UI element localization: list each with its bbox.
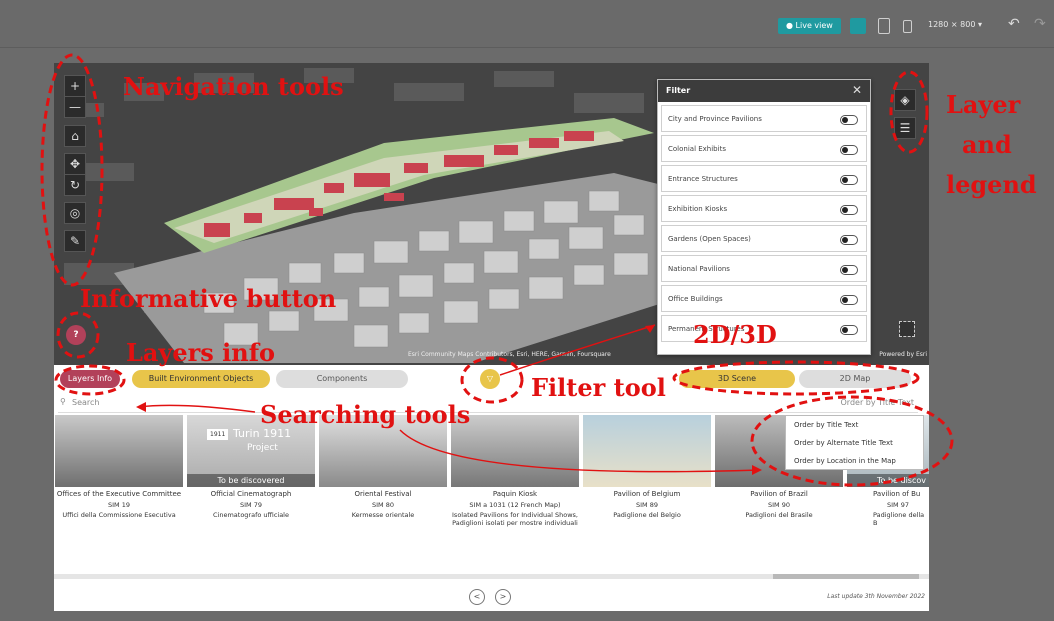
order-arrow	[399, 429, 761, 473]
search-arrow	[137, 404, 256, 413]
annotation-layer: Layer	[946, 90, 1021, 119]
dim-toggle-ring	[672, 360, 920, 396]
order-menu-ring	[750, 395, 954, 487]
help-button-ring	[56, 311, 100, 359]
nav-tools-ring	[40, 53, 104, 287]
annotation-legend: legend	[946, 170, 1037, 199]
annotation-navigation: Navigation tools	[123, 72, 344, 101]
editor-frame: ● Live view 1280 × 800 ▾ ↶ ↷ + — ⌂ ✥ ↻ ◎…	[0, 0, 1054, 621]
annotation-informative: Informative button	[80, 284, 337, 313]
filter-arrow	[499, 324, 656, 376]
layer-tools-ring	[889, 70, 929, 154]
filter-arrowhead	[645, 325, 655, 333]
annotation-and: and	[962, 130, 1012, 159]
order-arrowhead	[752, 465, 762, 475]
annotation-layers-info: Layers info	[126, 338, 276, 367]
layers-info-ring	[54, 364, 126, 396]
filter-tool-ring	[460, 356, 524, 404]
annotation-2d3d: 2D/3D	[693, 320, 777, 349]
search-arrowhead	[136, 402, 146, 412]
annotation-filter: Filter tool	[531, 373, 666, 402]
annotation-searching: Searching tools	[260, 400, 471, 429]
